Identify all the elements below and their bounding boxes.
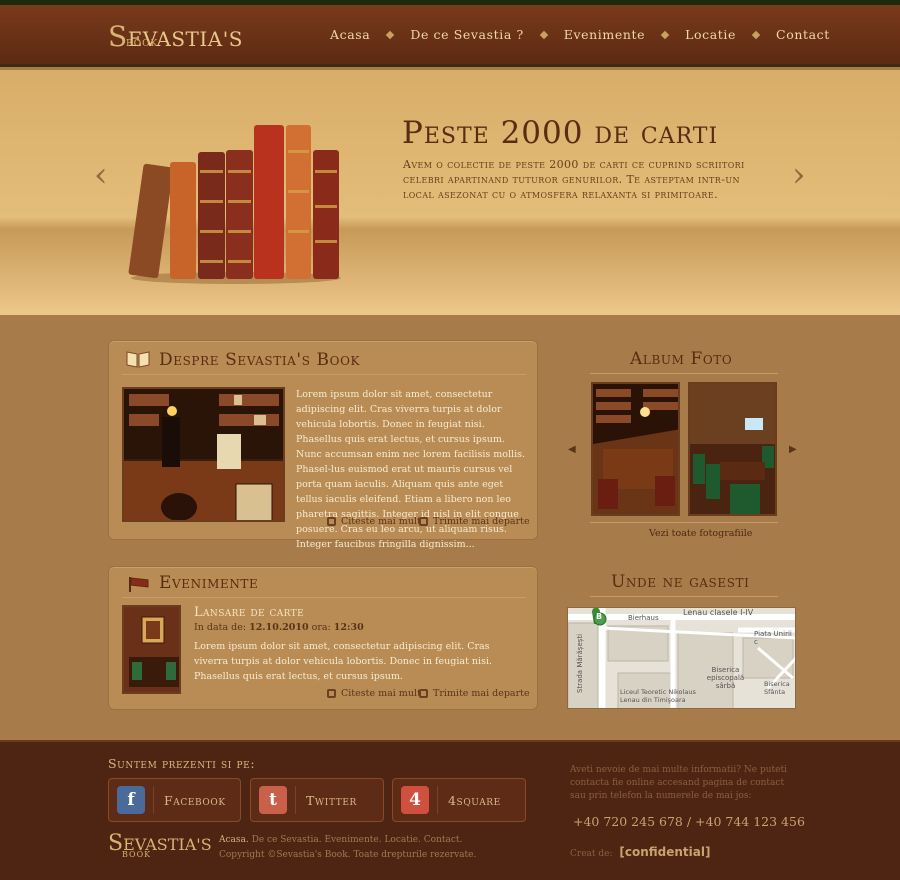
event-text: Lorem ipsum dolor sit amet, consectetur … xyxy=(194,641,493,682)
main-nav: Acasa De ce Sevastia ? Evenimente Locati… xyxy=(330,27,830,42)
map-label-biserica: Biserica episcopală sârbă xyxy=(706,666,745,690)
foursquare-label: 4square xyxy=(448,792,501,808)
footer-phones: +40 720 245 678 / +40 744 123 456 xyxy=(573,814,805,829)
event-time-label: ora: xyxy=(311,622,331,633)
event-time-value: 12:30 xyxy=(333,622,364,633)
divider xyxy=(437,786,438,814)
foursquare-button[interactable]: 4 4square xyxy=(392,778,526,822)
logo-initial: S xyxy=(108,20,128,53)
footer-links: Acasa. De ce Sevastia. Evenimente. Locat… xyxy=(219,835,462,845)
footer-link-de-ce-sevastia[interactable]: De ce Sevastia. xyxy=(252,835,322,845)
footer-created: Creat de: [confidential] xyxy=(570,845,710,859)
nav-item-acasa[interactable]: Acasa xyxy=(330,27,370,42)
share-icon xyxy=(419,689,428,698)
nav-item-evenimente[interactable]: Evenimente xyxy=(564,27,645,42)
map-marker-label: B xyxy=(596,612,603,621)
divider xyxy=(295,786,296,814)
arrow-icon xyxy=(327,689,336,698)
arrow-icon xyxy=(327,517,336,526)
footer-created-value: [confidential] xyxy=(619,845,711,859)
event-title[interactable]: Lansare de carte xyxy=(194,605,304,620)
footer-link-locatie[interactable]: Locatie. xyxy=(384,835,420,845)
footer-copyright: Copyright ©Sevastia's Book. Toate dreptu… xyxy=(219,850,477,860)
facebook-button[interactable]: f Facebook xyxy=(108,778,241,822)
events-divider xyxy=(122,597,526,598)
map-title: Unde ne gasesti xyxy=(611,572,750,592)
nav-separator xyxy=(660,30,670,39)
twitter-icon: t xyxy=(259,786,287,814)
map-label-sfanta: Biserica Sfânta xyxy=(764,680,790,696)
map-label-strada: Strada Mărășești xyxy=(576,633,584,693)
about-share-label: Trimite mai departe xyxy=(433,516,530,527)
flag-icon xyxy=(128,575,150,593)
map-label-piata: Piata Unirii c xyxy=(754,630,792,646)
header: SEVASTIA'S BOOK Acasa De ce Sevastia ? E… xyxy=(0,5,900,67)
about-share-link[interactable]: Trimite mai departe xyxy=(419,516,530,527)
about-text: Lorem ipsum dolor sit amet, consectetur … xyxy=(296,389,525,550)
footer-social-title: Suntem prezenti si pe: xyxy=(108,756,256,771)
chevron-right-icon[interactable]: › xyxy=(792,155,806,195)
album-photo-1[interactable] xyxy=(591,382,680,516)
footer-contact-text: Aveti nevoie de mai multe informatii? Ne… xyxy=(570,765,787,801)
logo[interactable]: SEVASTIA'S BOOK xyxy=(108,20,243,53)
about-title: Despre Sevastia's Book xyxy=(159,350,361,370)
twitter-label: Twitter xyxy=(306,792,357,808)
events-title: Evenimente xyxy=(159,573,259,593)
map-label-liceul: Liceul Teoretic Nikolaus Lenau din Timiş… xyxy=(620,688,696,704)
footer-logo[interactable]: SEVASTIA'S BOOK xyxy=(108,831,212,859)
event-share-link[interactable]: Trimite mai departe xyxy=(419,688,530,699)
about-read-more-link[interactable]: Citeste mai mult xyxy=(327,516,421,527)
logo-sub: BOOK xyxy=(126,39,159,49)
map-divider xyxy=(590,596,778,597)
nav-separator xyxy=(539,30,549,39)
about-read-more-label: Citeste mai mult xyxy=(341,516,421,527)
foursquare-icon: 4 xyxy=(401,786,429,814)
footer-logo-initial: S xyxy=(108,831,124,856)
nav-item-de-ce-sevastia[interactable]: De ce Sevastia ? xyxy=(410,27,523,42)
album-divider-bottom xyxy=(590,522,778,523)
event-date-value: 12.10.2010 xyxy=(249,622,309,633)
twitter-button[interactable]: t Twitter xyxy=(250,778,384,822)
nav-separator xyxy=(386,30,395,39)
album-view-all-link[interactable]: Vezi toate fotografiile xyxy=(649,528,752,539)
hero-title: Peste 2000 de carti xyxy=(402,115,719,151)
event-date-label: In data de: xyxy=(194,622,247,633)
event-read-more-label: Citeste mai mult xyxy=(341,688,421,699)
facebook-icon: f xyxy=(117,786,145,814)
event-date: In data de: 12.10.2010 ora: 12:30 xyxy=(194,622,364,633)
nav-item-locatie[interactable]: Locatie xyxy=(685,27,736,42)
books-image xyxy=(128,125,341,284)
album-prev-icon[interactable]: ◀ xyxy=(568,444,576,455)
nav-separator xyxy=(751,30,761,39)
divider xyxy=(153,786,154,814)
footer-created-label: Creat de: xyxy=(570,849,613,859)
album-next-icon[interactable]: ▶ xyxy=(789,444,797,455)
event-read-more-link[interactable]: Citeste mai mult xyxy=(327,688,421,699)
event-photo xyxy=(122,605,181,694)
album-divider-top xyxy=(590,373,778,374)
share-icon xyxy=(419,517,428,526)
map-label-bierhaus: Bierhaus xyxy=(628,614,659,622)
map-label-lenau: Lenau clasele I-IV xyxy=(683,608,754,617)
footer-logo-sub: BOOK xyxy=(122,850,152,859)
footer-link-acasa[interactable]: Acasa. xyxy=(219,835,249,845)
album-photo-2[interactable] xyxy=(688,382,777,516)
about-divider xyxy=(122,374,526,375)
location-map[interactable]: B Lenau clasele I-IV Bierhaus Piata Unir… xyxy=(567,607,796,709)
facebook-label: Facebook xyxy=(164,792,226,808)
about-photo xyxy=(122,387,285,522)
nav-item-contact[interactable]: Contact xyxy=(776,27,830,42)
footer-link-contact[interactable]: Contact. xyxy=(424,835,463,845)
album-title: Album Foto xyxy=(630,349,733,369)
hero-text: Avem o colectie de peste 2000 de carti c… xyxy=(403,158,745,201)
footer-link-evenimente[interactable]: Evenimente. xyxy=(324,835,381,845)
chevron-left-icon[interactable]: ‹ xyxy=(94,155,108,195)
event-share-label: Trimite mai departe xyxy=(433,688,530,699)
book-icon xyxy=(126,350,150,368)
